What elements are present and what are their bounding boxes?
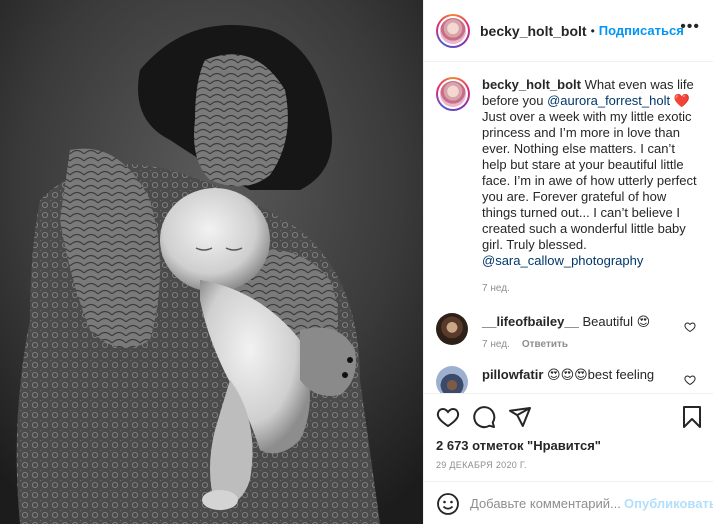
post-date: 29 ДЕКАБРЯ 2020 Г. <box>436 460 527 470</box>
red-heart-emoji: ❤️ <box>673 93 690 108</box>
add-comment-bar: Опубликовать <box>424 481 713 524</box>
bookmark-icon[interactable] <box>680 405 704 429</box>
caption-avatar[interactable] <box>436 77 470 111</box>
more-options-icon[interactable]: ••• <box>680 19 700 35</box>
caption-timestamp[interactable]: 7 нед. <box>482 281 702 297</box>
comment-username[interactable]: __lifeofbailey__ <box>482 314 579 329</box>
follow-button[interactable]: Подписаться <box>599 23 684 38</box>
likes-count[interactable]: 2 673 отметок "Нравится" <box>436 438 601 453</box>
comment-like-heart-icon[interactable] <box>684 374 696 386</box>
caption-username[interactable]: becky_holt_bolt <box>482 77 581 92</box>
caption-body: becky_holt_bolt What even was life befor… <box>482 77 702 297</box>
comment-text: pillowfatir 😍😍😍best feeling <box>482 366 654 384</box>
publish-button[interactable]: Опубликовать <box>624 496 713 511</box>
caption-text-after: Just over a week with my little exotic p… <box>482 109 697 252</box>
post-photo[interactable] <box>0 0 423 524</box>
post-actions: 2 673 отметок "Нравится" 29 ДЕКАБРЯ 2020… <box>424 393 713 524</box>
comment-body: 😍😍😍best feeling <box>547 367 655 382</box>
post-header: becky_holt_bolt • Подписаться ••• <box>424 0 713 62</box>
mother-and-baby-photo <box>0 0 423 524</box>
comment-username[interactable]: pillowfatir <box>482 367 543 382</box>
caption-credit-link[interactable]: @sara_callow_photography <box>482 253 643 268</box>
comment-body: Beautiful 😍 <box>582 314 651 329</box>
commenter-avatar[interactable] <box>436 313 468 345</box>
comments-section[interactable]: becky_holt_bolt What even was life befor… <box>424 63 713 393</box>
action-icons-row <box>424 394 713 434</box>
caption-mention-link[interactable]: @aurora_forrest_holt <box>547 93 670 108</box>
comment-like-heart-icon[interactable] <box>684 321 696 333</box>
smiley-icon[interactable] <box>436 492 460 516</box>
comment-text: __lifeofbailey__ Beautiful 😍 <box>482 313 650 331</box>
author-username[interactable]: becky_holt_bolt <box>480 23 587 39</box>
reply-button[interactable]: Ответить <box>522 339 568 350</box>
separator-dot: • <box>590 23 595 38</box>
comment-input[interactable] <box>470 496 620 511</box>
comment-time[interactable]: 7 нед. <box>482 339 510 350</box>
post-caption: becky_holt_bolt What even was life befor… <box>436 63 702 297</box>
heart-outline-icon[interactable] <box>436 405 460 429</box>
comment-item: pillowfatir 😍😍😍best feeling <box>436 366 702 393</box>
comment-item: __lifeofbailey__ Beautiful 😍 7 нед. Ответ… <box>436 313 702 350</box>
commenter-avatar[interactable] <box>436 366 468 393</box>
instagram-post: becky_holt_bolt • Подписаться ••• becky_… <box>0 0 713 524</box>
post-sidebar: becky_holt_bolt • Подписаться ••• becky_… <box>423 0 713 524</box>
comment-bubble-icon[interactable] <box>472 405 496 429</box>
paper-plane-icon[interactable] <box>508 405 532 429</box>
comment-meta: 7 нед. Ответить <box>482 339 650 350</box>
author-avatar[interactable] <box>436 13 470 48</box>
